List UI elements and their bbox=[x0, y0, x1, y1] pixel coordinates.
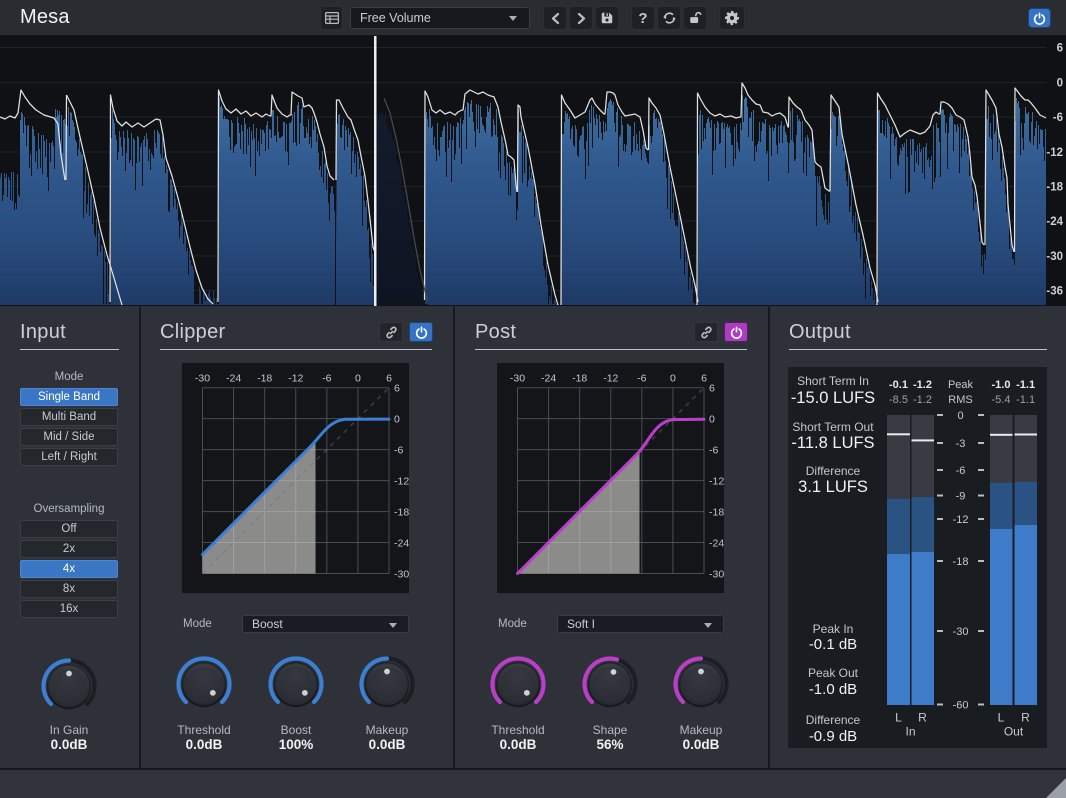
svg-text:-6: -6 bbox=[709, 444, 718, 456]
svg-text:-6: -6 bbox=[1053, 112, 1063, 124]
svg-text:-60: -60 bbox=[953, 700, 969, 712]
svg-text:6: 6 bbox=[709, 383, 715, 395]
svg-text:-18: -18 bbox=[953, 556, 969, 568]
svg-text:-12: -12 bbox=[1046, 147, 1063, 159]
svg-text:0: 0 bbox=[355, 373, 361, 385]
svg-text:-24: -24 bbox=[226, 373, 241, 385]
svg-text:-6: -6 bbox=[322, 373, 331, 385]
svg-text:6: 6 bbox=[386, 373, 392, 385]
svg-text:-24: -24 bbox=[394, 537, 409, 549]
svg-text:-30: -30 bbox=[510, 373, 525, 385]
svg-text:-18: -18 bbox=[394, 506, 409, 518]
svg-text:0: 0 bbox=[957, 410, 963, 422]
svg-text:-12: -12 bbox=[288, 373, 303, 385]
svg-text:-12: -12 bbox=[953, 514, 969, 526]
svg-text:-30: -30 bbox=[709, 568, 724, 580]
svg-text:-36: -36 bbox=[1046, 286, 1063, 298]
svg-text:-12: -12 bbox=[603, 373, 618, 385]
svg-text:-18: -18 bbox=[1046, 182, 1063, 194]
svg-text:-3: -3 bbox=[956, 438, 966, 450]
svg-text:-24: -24 bbox=[1046, 216, 1063, 228]
svg-text:6: 6 bbox=[394, 383, 400, 395]
svg-text:In: In bbox=[905, 725, 915, 739]
svg-text:-9: -9 bbox=[956, 491, 966, 503]
svg-text:-30: -30 bbox=[394, 568, 409, 580]
svg-text:L: L bbox=[895, 711, 902, 725]
svg-text:-30: -30 bbox=[1046, 251, 1063, 263]
svg-text:0: 0 bbox=[709, 414, 715, 426]
svg-text:-30: -30 bbox=[953, 626, 969, 638]
svg-text:-18: -18 bbox=[257, 373, 272, 385]
svg-text:-6: -6 bbox=[394, 444, 403, 456]
svg-text:-30: -30 bbox=[195, 373, 210, 385]
svg-text:Out: Out bbox=[1004, 725, 1024, 739]
svg-text:R: R bbox=[1021, 711, 1030, 725]
svg-text:0: 0 bbox=[1057, 78, 1063, 90]
svg-text:6: 6 bbox=[1057, 43, 1063, 55]
svg-text:6: 6 bbox=[701, 373, 707, 385]
svg-text:0: 0 bbox=[670, 373, 676, 385]
svg-text:-6: -6 bbox=[637, 373, 646, 385]
svg-text:-6: -6 bbox=[956, 465, 966, 477]
svg-text:R: R bbox=[918, 711, 927, 725]
svg-text:-24: -24 bbox=[541, 373, 556, 385]
svg-text:-12: -12 bbox=[709, 475, 724, 487]
svg-text:L: L bbox=[998, 711, 1005, 725]
svg-text:0: 0 bbox=[394, 414, 400, 426]
svg-text:-12: -12 bbox=[394, 475, 409, 487]
svg-text:-18: -18 bbox=[572, 373, 587, 385]
svg-text:-18: -18 bbox=[709, 506, 724, 518]
svg-text:-24: -24 bbox=[709, 537, 724, 549]
